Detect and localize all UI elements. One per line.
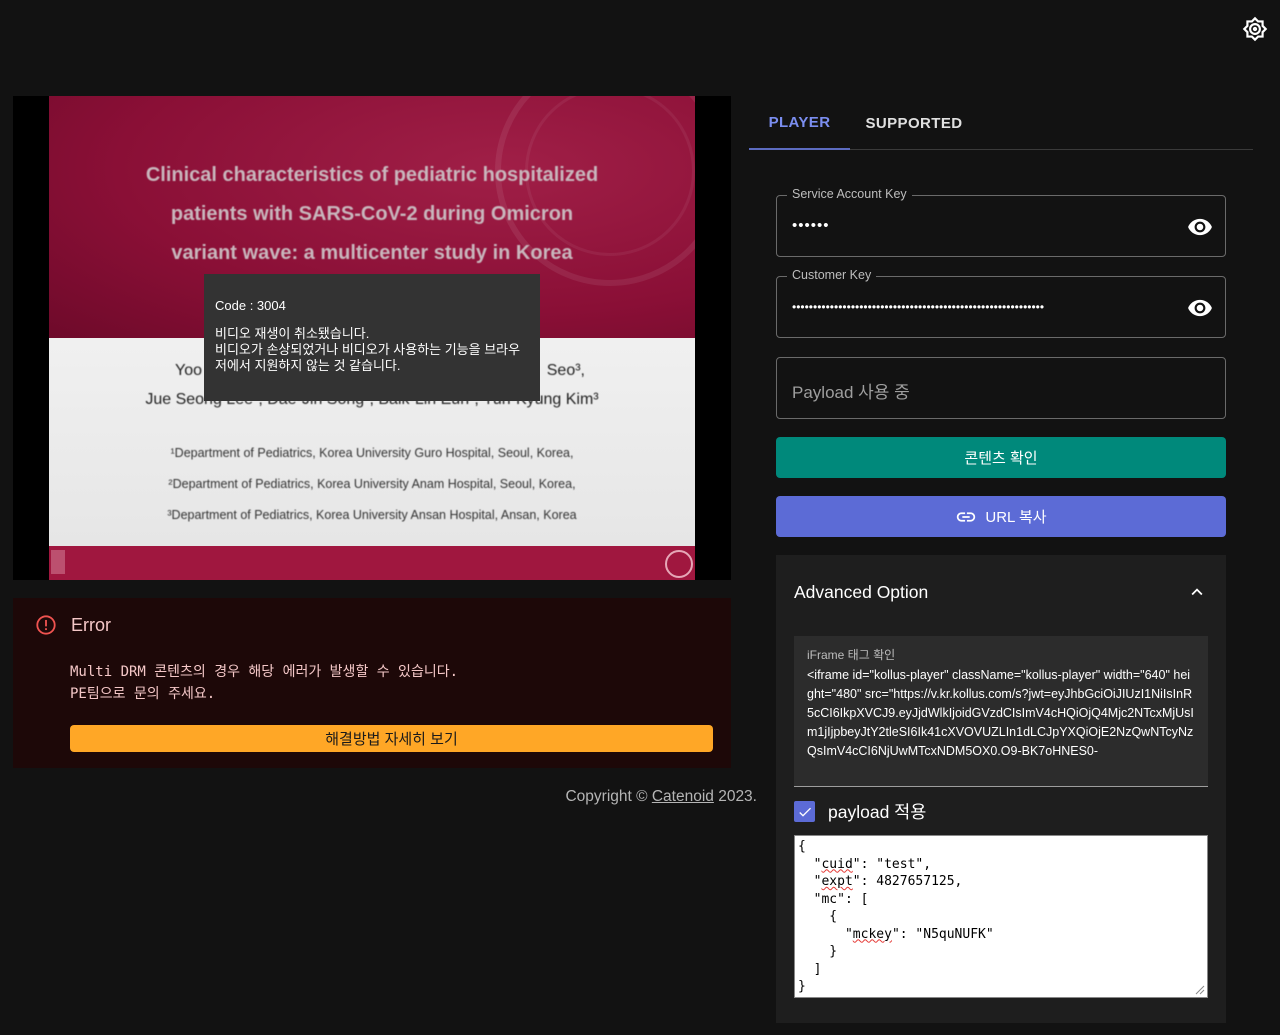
tab-supported[interactable]: SUPPORTED	[850, 96, 978, 150]
error-code: Code : 3004	[215, 298, 286, 313]
copyright-prefix: Copyright ©	[565, 788, 652, 805]
payload-json-textarea[interactable]: { "cuid": "test", "expt": 4827657125, "m…	[794, 835, 1208, 998]
slide-footer-band	[49, 546, 695, 580]
checkbox-checked-icon[interactable]	[794, 801, 815, 822]
visibility-icon[interactable]	[1187, 295, 1213, 321]
error-message: Multi DRM 콘텐츠의 경우 해당 에러가 발생할 수 있습니다. PE팀…	[70, 664, 459, 702]
slide-title: Clinical characteristics of pediatric ho…	[49, 156, 695, 273]
error-overlay-line1: 비디오 재생이 취소됐습니다.	[215, 326, 370, 341]
brightness-icon	[1242, 16, 1268, 42]
visibility-icon[interactable]	[1187, 214, 1213, 240]
copy-url-label: URL 복사	[985, 509, 1047, 526]
customer-key-label: Customer Key	[787, 268, 877, 282]
link-icon	[957, 511, 976, 522]
payload-line: "mc": [	[798, 891, 869, 907]
slide-title-line: patients with SARS-CoV-2 during Omicron	[170, 203, 574, 225]
payload-line: }	[798, 944, 838, 959]
slide-title-line: variant wave: a multicenter study in Kor…	[171, 242, 573, 264]
error-title: Error	[71, 614, 111, 635]
slide-authors-right: Seo³,	[546, 362, 585, 379]
payload-line: }	[798, 979, 806, 994]
customer-key-field[interactable]: Customer Key •••••••••••••••••••••••••••…	[776, 268, 1226, 338]
resize-handle-icon[interactable]	[1195, 985, 1205, 995]
payload-key-expt: expt	[821, 874, 853, 889]
video-error-overlay: Code : 3004 비디오 재생이 취소됐습니다. 비디오가 손상되었거나 …	[204, 274, 540, 401]
payload-line: ]	[798, 961, 822, 977]
service-account-key-value: ••••••	[792, 217, 830, 234]
slide-logo-right	[665, 550, 693, 578]
copy-url-button[interactable]: URL 복사	[776, 496, 1226, 537]
iframe-tag-field[interactable]: iFrame 태그 확인 <iframe id="kollus-player" …	[794, 636, 1208, 787]
tab-player[interactable]: PLAYER	[749, 96, 850, 150]
payload-field[interactable]: Payload 사용 중	[776, 357, 1226, 419]
payload-key-mckey: mckey	[852, 926, 892, 942]
payload-placeholder: Payload 사용 중	[792, 383, 910, 402]
tab-bar: PLAYER SUPPORTED	[749, 96, 1253, 150]
slide-affiliation: ³Department of Pediatrics, Korea Univers…	[167, 508, 577, 522]
slide-logo-left	[51, 550, 65, 574]
payload-apply-label: payload 적용	[828, 802, 927, 822]
copyright: Copyright © Catenoid 2023.	[0, 788, 757, 806]
error-alert: Error Multi DRM 콘텐츠의 경우 해당 에러가 발생할 수 있습니…	[13, 598, 731, 768]
advanced-option-title: Advanced Option	[794, 582, 929, 602]
error-overlay-line2: 비디오가 손상되었거나 비디오가 사용하는 기능을 브라우저에서 지원하지 않는…	[215, 342, 521, 373]
video-player[interactable]: Clinical characteristics of pediatric ho…	[13, 96, 731, 580]
catenoid-link[interactable]: Catenoid	[652, 788, 714, 805]
customer-key-value: ••••••••••••••••••••••••••••••••••••••••…	[792, 300, 1045, 314]
service-account-key-label: Service Account Key	[787, 187, 912, 201]
solution-detail-button[interactable]: 해결방법 자세히 보기	[70, 725, 713, 752]
copyright-suffix: 2023.	[713, 788, 757, 805]
payload-line: "expt": 4827657125,	[798, 874, 963, 889]
iframe-tag-label: iFrame 태그 확인	[807, 648, 896, 662]
payload-apply-checkbox[interactable]: payload 적용	[794, 799, 926, 824]
slide-affiliation: ²Department of Pediatrics, Korea Univers…	[168, 477, 576, 491]
error-icon	[36, 615, 56, 635]
theme-toggle-button[interactable]	[1238, 12, 1272, 46]
slide-authors-left: Yoo	[175, 362, 202, 379]
payload-line: "cuid": "test",	[798, 856, 932, 872]
chevron-up-icon[interactable]	[1186, 581, 1208, 603]
check-content-button[interactable]: 콘텐츠 확인	[776, 437, 1226, 478]
payload-line: {	[798, 839, 806, 854]
iframe-tag-code: <iframe id="kollus-player" className="ko…	[807, 668, 1194, 758]
check-content-label: 콘텐츠 확인	[964, 450, 1038, 467]
payload-line: {	[798, 909, 838, 924]
slide-title-line: Clinical characteristics of pediatric ho…	[145, 164, 599, 186]
slide-affiliations: ¹Department of Pediatrics, Korea Univers…	[49, 438, 695, 531]
advanced-option-panel: Advanced Option iFrame 태그 확인 <iframe id=…	[776, 555, 1226, 1023]
slide-affiliation: ¹Department of Pediatrics, Korea Univers…	[170, 446, 574, 460]
service-account-key-field[interactable]: Service Account Key ••••••	[776, 187, 1226, 257]
payload-key-cuid: cuid	[821, 856, 853, 872]
payload-line: "mckey": "N5quNUFK"	[798, 926, 994, 942]
